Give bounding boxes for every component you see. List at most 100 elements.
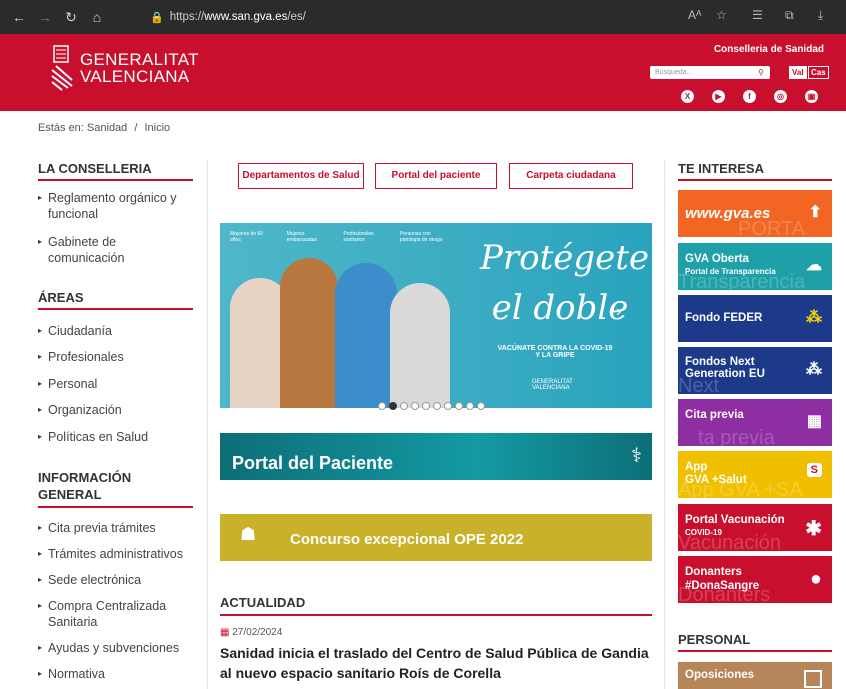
back-icon[interactable]: ← bbox=[6, 9, 32, 25]
carousel-dot[interactable] bbox=[455, 402, 463, 410]
carousel-dots bbox=[378, 402, 485, 410]
carousel-dot[interactable] bbox=[444, 402, 452, 410]
carousel-dot[interactable] bbox=[378, 402, 386, 410]
card-cita-previa[interactable]: ta previa Cita previa ▦ bbox=[678, 399, 832, 446]
carousel-next-icon[interactable]: › bbox=[616, 303, 621, 321]
x-twitter-icon[interactable]: X bbox=[681, 90, 694, 103]
logo-line2: VALENCIANA bbox=[80, 67, 190, 86]
hero-icon-label: Mujeres embarazadas bbox=[286, 231, 317, 243]
card-feder[interactable]: Fondo FEDER ⁂ bbox=[678, 295, 832, 342]
personal-heading: PERSONAL bbox=[678, 632, 832, 652]
lock-icon[interactable]: 🔒 bbox=[150, 11, 164, 24]
favorite-icon[interactable]: ☆ bbox=[716, 8, 727, 22]
lang-cas-button[interactable]: Cas bbox=[808, 66, 829, 79]
flickr-icon[interactable]: ▣ bbox=[805, 90, 818, 103]
card-label: App bbox=[685, 461, 708, 473]
lang-val-button[interactable]: Val bbox=[789, 66, 807, 79]
card-donanters[interactable]: Donanters Donanters #DonaSangre ● bbox=[678, 556, 832, 603]
card-label: Oposiciones bbox=[685, 669, 755, 681]
search-icon[interactable]: ⚲ bbox=[758, 66, 764, 79]
card-ghost-text: ta previa bbox=[698, 427, 775, 446]
nav-politicas[interactable]: Políticas en Salud bbox=[38, 429, 148, 445]
read-aloud-icon[interactable]: Aᴬ bbox=[688, 8, 701, 22]
card-sublabel: #DonaSangre bbox=[685, 580, 760, 592]
card-vacunacion[interactable]: Vacunación Portal Vacunación COVID-19 ✱ bbox=[678, 504, 832, 551]
gva-logo[interactable]: GENERALITAT VALENCIANA bbox=[50, 44, 199, 92]
breadcrumb-home[interactable]: Sanidad bbox=[87, 122, 127, 134]
departamentos-button[interactable]: Departamentos de Salud bbox=[238, 163, 364, 189]
conselleria-title[interactable]: Conselleria de Sanidad bbox=[714, 44, 824, 55]
news-date-text: 27/02/2024 bbox=[232, 627, 283, 638]
card-label: Donanters bbox=[685, 566, 742, 578]
carpeta-button[interactable]: Carpeta ciudadana bbox=[509, 163, 633, 189]
carousel-dot[interactable] bbox=[389, 402, 397, 410]
card-next-gen[interactable]: Next Fondos Next Generation EU ⁂ bbox=[678, 347, 832, 394]
card-app-salut[interactable]: App GVA +SA App GVA +Salut S bbox=[678, 451, 832, 498]
logo-line1: GENERALITAT bbox=[80, 50, 199, 69]
nav-normativa[interactable]: Normativa bbox=[38, 666, 105, 682]
card-sublabel: COVID-19 bbox=[685, 528, 722, 537]
group-icon: ☗ bbox=[240, 524, 257, 544]
nav-profesionales[interactable]: Profesionales bbox=[38, 349, 124, 365]
carousel-dot[interactable] bbox=[400, 402, 408, 410]
card-oposiciones[interactable]: Oposiciones bbox=[678, 662, 832, 689]
ope-banner[interactable]: ☗ Concurso excepcional OPE 2022 bbox=[220, 514, 652, 561]
instagram-icon[interactable]: ◎ bbox=[774, 90, 787, 103]
card-gva-oberta[interactable]: Transparencia GVA Oberta Portal de Trans… bbox=[678, 243, 832, 290]
search-placeholder: Búsqueda... bbox=[655, 69, 693, 76]
portal-paciente-banner[interactable]: Portal del Paciente ⚕ bbox=[220, 433, 652, 480]
card-label: Fondos Next bbox=[685, 356, 755, 368]
nav-ayudas[interactable]: Ayudas y subvenciones bbox=[38, 640, 179, 656]
carousel-dot[interactable] bbox=[422, 402, 430, 410]
hero-carousel[interactable]: Mayores de 60 años Mujeres embarazadas P… bbox=[220, 223, 652, 408]
breadcrumb-separator: / bbox=[134, 122, 138, 134]
favorites-list-icon[interactable]: ☰ bbox=[752, 8, 763, 22]
url-text[interactable]: https://www.san.gva.es/es/ bbox=[170, 11, 306, 23]
site-header: GENERALITAT VALENCIANA Conselleria de Sa… bbox=[0, 34, 846, 111]
card-label: Cita previa bbox=[685, 409, 744, 421]
news-title[interactable]: Sanidad inicia el traslado del Centro de… bbox=[220, 643, 660, 683]
nav-sede[interactable]: Sede electrónica bbox=[38, 572, 141, 588]
card-label: Portal Vacunación bbox=[685, 514, 785, 526]
facebook-icon[interactable]: f bbox=[743, 90, 756, 103]
card-gva[interactable]: PORTA www.gva.es ⬆ bbox=[678, 190, 832, 237]
nav-reglamento[interactable]: Reglamento orgánico y funcional bbox=[38, 190, 193, 222]
nav-organizacion[interactable]: Organización bbox=[38, 402, 122, 418]
carousel-dot[interactable] bbox=[433, 402, 441, 410]
portal-paciente-label: Portal del Paciente bbox=[232, 453, 394, 473]
syringe-icon: ✱ bbox=[805, 518, 822, 540]
carousel-dot[interactable] bbox=[411, 402, 419, 410]
nav-compra[interactable]: Compra Centralizada Sanitaria bbox=[38, 598, 178, 630]
breadcrumb: Estás en: Sanidad / Inicio bbox=[38, 122, 170, 134]
home-icon[interactable]: ⌂ bbox=[84, 9, 110, 25]
forward-icon[interactable]: → bbox=[32, 9, 58, 25]
downloads-icon[interactable]: ⤓ bbox=[818, 8, 823, 23]
nav-ciudadania[interactable]: Ciudadanía bbox=[38, 323, 112, 339]
card-label: Fondo FEDER bbox=[685, 312, 763, 324]
cloud-icon: ☁ bbox=[806, 257, 822, 274]
carousel-dot[interactable] bbox=[477, 402, 485, 410]
carousel-dot[interactable] bbox=[466, 402, 474, 410]
collections-icon[interactable]: ⧉ bbox=[785, 8, 794, 23]
card-sublabel: GVA +Salut bbox=[685, 474, 747, 486]
search-input[interactable]: Búsqueda... ⚲ bbox=[650, 66, 770, 79]
portal-paciente-button[interactable]: Portal del paciente bbox=[375, 163, 497, 189]
nav-gabinete[interactable]: Gabinete de comunicación bbox=[38, 234, 158, 266]
calendar-icon: ▦ bbox=[220, 627, 230, 638]
app-salut-icon: S bbox=[806, 463, 822, 477]
gva-shield-icon bbox=[51, 45, 73, 91]
hero-icon-label: Mayores de 60 años bbox=[230, 231, 264, 243]
nav-cita-previa-tramites[interactable]: Cita previa trámites bbox=[38, 520, 156, 536]
hero-icon-label: Profesionales sanitarios bbox=[343, 231, 374, 243]
hero-subtitle: VACÚNATE CONTRA LA COVID-19 Y LA GRIPE bbox=[497, 345, 613, 359]
edit-icon bbox=[804, 670, 822, 688]
nav-tramites[interactable]: Trámites administrativos bbox=[38, 546, 183, 562]
youtube-icon[interactable]: ▶ bbox=[712, 90, 725, 103]
address-bar[interactable]: 🔒 https://www.san.gva.es/es/ bbox=[150, 6, 830, 28]
left-divider bbox=[207, 160, 208, 689]
la-conselleria-heading: LA CONSELLERIA bbox=[38, 161, 193, 181]
nav-personal[interactable]: Personal bbox=[38, 376, 97, 392]
ope-label: Concurso excepcional OPE 2022 bbox=[290, 531, 524, 548]
reload-icon[interactable]: ↻ bbox=[58, 9, 84, 26]
breadcrumb-current: Inicio bbox=[144, 122, 171, 134]
